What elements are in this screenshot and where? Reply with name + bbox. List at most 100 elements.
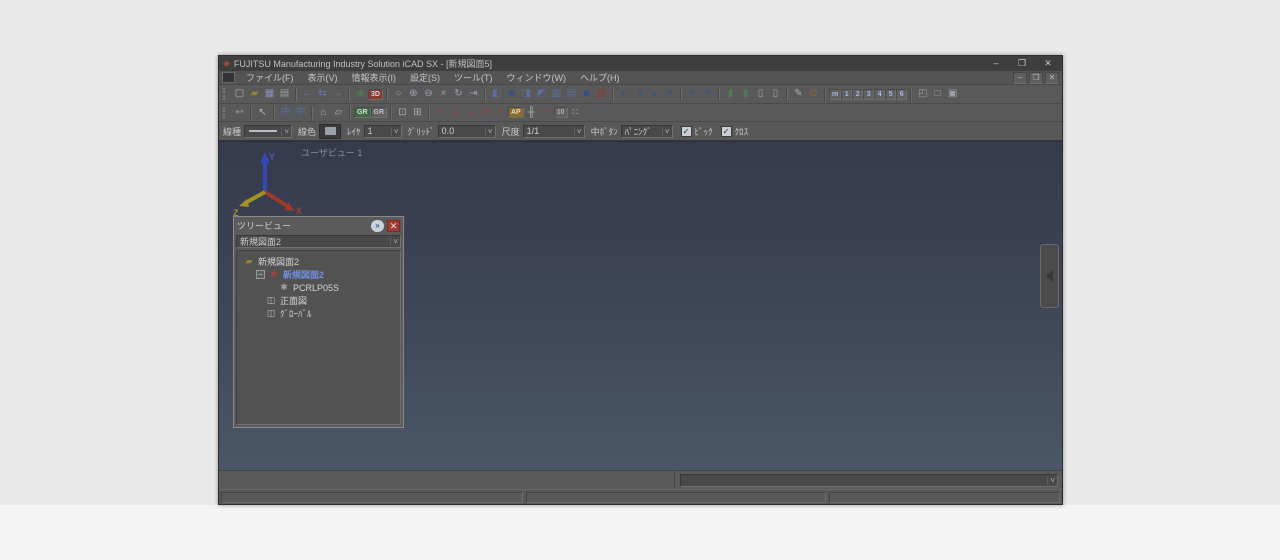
snap-ap-button[interactable]: AP [508,107,524,118]
cylinder-solid-icon-1[interactable]: ▮ [723,87,738,101]
pick-checkbox[interactable]: ✓ﾋﾟｯｸ [681,125,713,138]
redo-icon[interactable]: ↷ [700,87,715,101]
center-symmetry-icon-2[interactable]: 中 [293,106,308,120]
mdi-restore-button[interactable]: ❐ [1029,72,1043,84]
menu-item-3[interactable]: 情報表示(I) [345,71,404,84]
snap-free-point-icon[interactable]: • [433,106,448,120]
skew-copy-icon[interactable]: ▱ [331,106,346,120]
snap-intersection-icon[interactable]: + [493,106,508,120]
tree-expander-icon[interactable]: − [256,270,265,279]
snap-on-element-icon[interactable]: ⊥ [448,106,463,120]
zoom-window-icon[interactable]: × [436,87,451,101]
level-button-3[interactable]: 3 [863,89,874,100]
drawing-canvas[interactable]: ユーザビュー 1 Y X Z ツリービュー » ✕ 新規図面2˅ ▰新規図面2−… [219,141,1062,470]
torus-icon[interactable]: ⊙ [806,87,821,101]
rotate-view-icon[interactable]: ↻ [451,87,466,101]
box-detail-icon[interactable]: ⊞ [410,106,425,120]
snap-between-icon[interactable]: ↔ [463,106,478,120]
zoom-icon[interactable]: ○ [391,87,406,101]
world-view-icon[interactable]: ◉ [353,87,368,101]
center-symmetry-icon-1[interactable]: 中 [278,106,293,120]
cylinder-solid-icon-2[interactable]: ▮ [738,87,753,101]
panel-flyout-tab[interactable] [1040,244,1059,308]
level-button-5[interactable]: 5 [885,89,896,100]
titlebar[interactable]: ◈ FUJITSU Manufacturing Industry Solutio… [219,56,1062,71]
minimize-button[interactable]: – [990,59,1002,68]
linetype-dropdown[interactable]: ˅ [244,125,292,138]
print-icon[interactable]: ▤ [277,87,292,101]
cube-section-icon[interactable]: ▥ [549,87,564,101]
collapse-button[interactable]: » [371,220,384,232]
layer-dropdown[interactable]: 1˅ [364,125,402,138]
menu-item-1[interactable]: ファイル(F) [239,71,301,84]
menu-item-4[interactable]: 設定(S) [403,71,447,84]
cube-hidden-line-icon[interactable]: ◨ [519,87,534,101]
eraser-icon[interactable]: ◆ [579,87,594,101]
level-button-m[interactable]: m [829,89,841,100]
cube-wireframe-icon[interactable]: ◧ [489,87,504,101]
tree-item[interactable]: ◫正面図 [237,294,400,307]
middle-button-dropdown[interactable]: ﾊﾟﾆﾝｸﾞ˅ [621,125,673,138]
cylinder-outline-icon-1[interactable]: ▯ [753,87,768,101]
menu-item-6[interactable]: ウィンドウ(W) [500,71,574,84]
select-arrow-icon[interactable]: ↖ [255,106,270,120]
tree-item[interactable]: ✱PCRLP05S [237,281,400,294]
drawing-select-dropdown[interactable]: 新規図面2˅ [236,235,401,248]
cube-points-icon[interactable]: ▧ [594,87,609,101]
save-icon[interactable]: ▦ [262,87,277,101]
menu-item-7[interactable]: ヘルプ(H) [573,71,627,84]
menu-item-5[interactable]: ツール(T) [447,71,500,84]
tree-item[interactable]: ▰新規図面2 [237,255,400,268]
snap-arc-icon[interactable]: ◠ [539,106,554,120]
tree-item[interactable]: −✱新規図面2 [237,268,400,281]
cross-checkbox[interactable]: ✓ｸﾛｽ [721,125,749,138]
window-cascade-icon[interactable]: ◰ [915,87,930,101]
level-button-4[interactable]: 4 [874,89,885,100]
forward-view-icon[interactable]: → [330,87,345,101]
orbit-view-icon-4[interactable]: ◓ [662,87,677,101]
cube-solid-icon[interactable]: ■ [504,87,519,101]
new-file-icon[interactable]: ▢ [232,87,247,101]
toolbar-grip[interactable] [223,107,228,119]
orbit-view-icon-2[interactable]: ◑ [632,87,647,101]
linecolor-swatch[interactable] [319,124,341,139]
snap-midpoint-icon[interactable]: ⊶ [478,106,493,120]
cube-half-icon[interactable]: ◩ [534,87,549,101]
sketch-drawing-icon[interactable]: ✎ [791,87,806,101]
gr-off-button[interactable]: GR [371,107,388,118]
grid-dropdown[interactable]: 0.0˅ [438,125,496,138]
box-arrow-icon[interactable]: ⊡ [395,106,410,120]
pentagon-icon[interactable]: ⌂ [316,106,331,120]
pan-view-icon[interactable]: ⇥ [466,87,481,101]
close-button[interactable]: ✕ [387,220,400,232]
zoom-out-icon[interactable]: ⊖ [421,87,436,101]
toolbar-grip[interactable] [223,88,228,100]
open-folder-icon[interactable]: ▰ [247,87,262,101]
window-focus-icon[interactable]: ▣ [945,87,960,101]
gr-on-button[interactable]: GR [354,107,371,118]
orbit-view-icon-1[interactable]: ◐ [617,87,632,101]
command-history-combobox[interactable]: ˅ [680,474,1058,487]
maximize-button[interactable]: ❒ [1016,59,1028,68]
menu-item-2[interactable]: 表示(V) [301,71,345,84]
mdi-close-button[interactable]: ✕ [1045,72,1059,84]
exit-command-icon[interactable]: ↩ [232,106,247,120]
tree-view-titlebar[interactable]: ツリービュー » ✕ [234,217,403,234]
snap-grid-icon[interactable]: ∷ [568,106,583,120]
snap-pitch-icon[interactable]: 10 [554,107,568,118]
view-3d-icon[interactable]: 3D [368,89,383,100]
close-button[interactable]: ✕ [1042,59,1054,68]
window-maximize-icon[interactable]: □ [930,87,945,101]
snap-parallel-icon[interactable]: ╫ [524,106,539,120]
zoom-in-icon[interactable]: ⊕ [406,87,421,101]
orbit-view-icon-3[interactable]: ◒ [647,87,662,101]
level-button-1[interactable]: 1 [841,89,852,100]
cylinder-outline-icon-2[interactable]: ▯ [768,87,783,101]
tree-item[interactable]: ◫ｸﾞﾛｰﾊﾞﾙ [237,307,400,320]
scale-dropdown[interactable]: 1/1˅ [523,125,585,138]
level-button-6[interactable]: 6 [896,89,907,100]
mdi-minimize-button[interactable]: – [1013,72,1027,84]
undo-icon[interactable]: ↶ [685,87,700,101]
level-button-2[interactable]: 2 [852,89,863,100]
mdi-child-icon[interactable] [222,72,235,83]
